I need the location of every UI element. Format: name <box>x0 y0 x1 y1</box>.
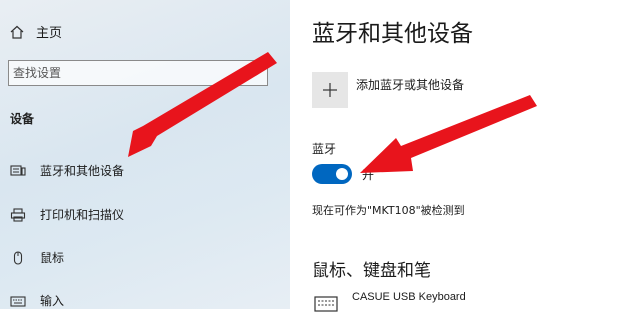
main-panel: 蓝牙和其他设备 添加蓝牙或其他设备 蓝牙 开 现在可作为"MKT108"被检测到… <box>290 0 620 312</box>
search-input[interactable] <box>9 61 233 85</box>
home-icon <box>10 25 24 39</box>
add-device-label[interactable]: 添加蓝牙或其他设备 <box>356 76 464 93</box>
section-devices-heading: 设备 <box>10 112 35 126</box>
bluetooth-devices-icon <box>10 164 26 178</box>
plus-icon <box>322 82 338 98</box>
toggle-knob <box>336 168 348 180</box>
sidebar-item-label: 输入 <box>40 294 65 308</box>
device-name[interactable]: CASUE USB Keyboard <box>352 291 466 303</box>
add-device-button[interactable] <box>312 72 348 108</box>
sidebar-item-typing[interactable]: 输入 <box>10 292 64 309</box>
printer-icon <box>10 207 26 222</box>
sidebar-item-bluetooth[interactable]: 蓝牙和其他设备 <box>10 162 124 179</box>
bluetooth-toggle[interactable] <box>312 164 352 184</box>
keyboard-device-icon <box>314 296 338 312</box>
settings-sidebar: 主页 设备 蓝牙和其他设备 打印机和扫描仪 鼠标 输入 <box>0 0 290 309</box>
sidebar-item-label: 打印机和扫描仪 <box>40 208 125 222</box>
sidebar-item-mouse[interactable]: 鼠标 <box>10 249 64 266</box>
discoverable-status: 现在可作为"MKT108"被检测到 <box>312 204 465 217</box>
section-title-mouse-keyboard-pen: 鼠标、键盘和笔 <box>312 261 431 281</box>
home-label: 主页 <box>36 26 63 41</box>
keyboard-icon <box>10 294 26 308</box>
bluetooth-state-text: 开 <box>362 168 375 182</box>
mouse-icon <box>10 250 26 265</box>
home-nav[interactable]: 主页 <box>10 22 62 41</box>
sidebar-item-printers[interactable]: 打印机和扫描仪 <box>10 206 124 223</box>
search-icon[interactable] <box>247 65 261 79</box>
sidebar-item-label: 蓝牙和其他设备 <box>40 164 125 178</box>
bluetooth-label: 蓝牙 <box>312 142 337 156</box>
sidebar-item-label: 鼠标 <box>40 251 65 265</box>
search-box[interactable] <box>8 60 268 86</box>
page-title: 蓝牙和其他设备 <box>312 21 473 47</box>
